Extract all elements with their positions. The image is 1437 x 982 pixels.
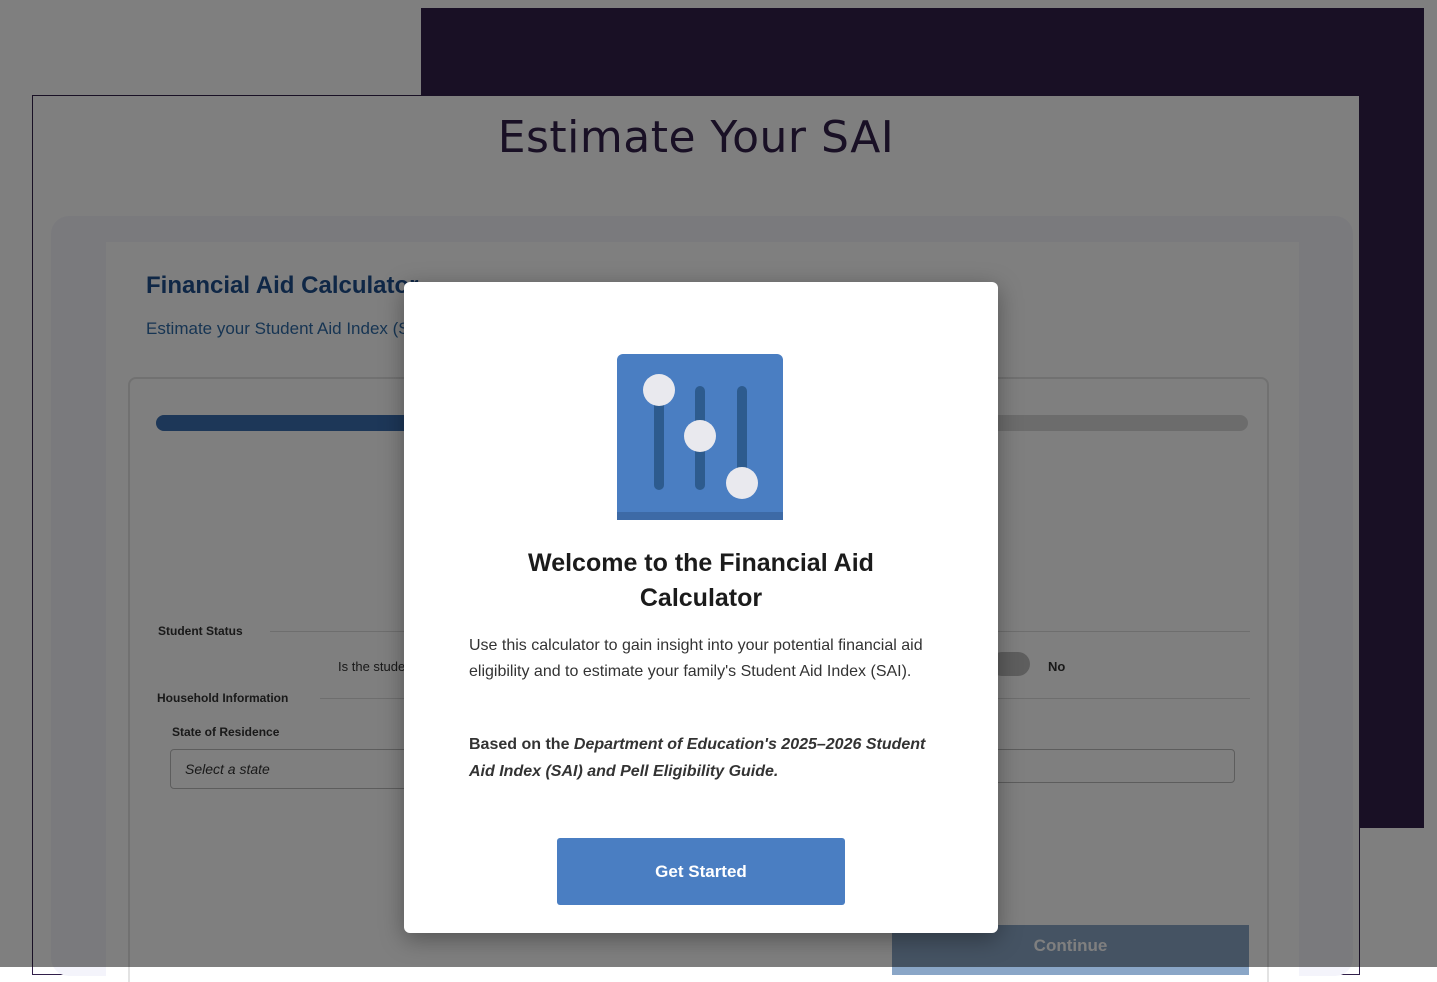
basis-prefix: Based on the: [469, 736, 574, 753]
modal-body: Use this calculator to gain insight into…: [469, 637, 923, 680]
sliders-icon: [617, 354, 783, 520]
modal-basis: Based on the Department of Education's 2…: [469, 731, 929, 785]
welcome-modal: Welcome to the Financial Aid Calculator …: [404, 282, 998, 933]
modal-title: Welcome to the Financial Aid Calculator: [528, 549, 874, 612]
get-started-button[interactable]: Get Started: [557, 838, 845, 905]
